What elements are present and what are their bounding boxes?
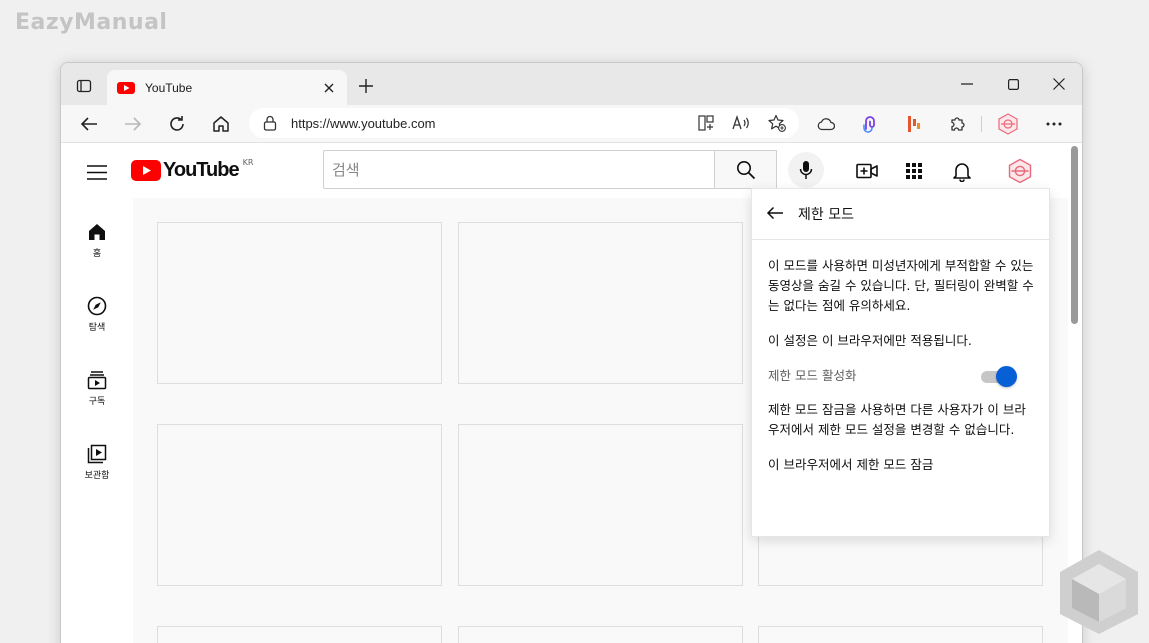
youtube-logo-text: YouTube	[163, 159, 240, 181]
maximize-button[interactable]	[1000, 71, 1026, 97]
refresh-button[interactable]	[164, 111, 190, 137]
create-video-button[interactable]	[853, 157, 881, 185]
video-card-placeholder[interactable]	[157, 222, 442, 384]
search-input[interactable]	[323, 150, 714, 189]
sidebar-item-label: 구독	[88, 397, 106, 407]
hamburger-menu-icon[interactable]	[85, 160, 109, 184]
video-card-placeholder[interactable]	[458, 626, 743, 643]
sidebar-item-label: 탐색	[88, 323, 106, 333]
video-card-placeholder[interactable]	[157, 626, 442, 643]
panel-body: 이 모드를 사용하면 미성년자에게 부적합할 수 있는 동영상을 숨길 수 있습…	[752, 240, 1049, 475]
video-card-placeholder[interactable]	[157, 424, 442, 586]
home-button[interactable]	[208, 111, 234, 137]
panel-title: 제한 모드	[798, 207, 854, 223]
lock-icon[interactable]	[263, 115, 277, 131]
restricted-mode-panel: 제한 모드 이 모드를 사용하면 미성년자에게 부적합할 수 있는 동영상을 숨…	[751, 188, 1050, 537]
apps-grid-icon	[906, 163, 922, 179]
browser-window: YouTube https://www.youtube.com YouTube …	[60, 62, 1083, 643]
sidebar-item-home[interactable]: 홈	[61, 222, 133, 259]
youtube-logo[interactable]: YouTube KR	[131, 158, 254, 181]
minimize-button[interactable]	[954, 71, 980, 97]
subscriptions-icon	[87, 371, 107, 390]
home-icon	[89, 224, 105, 240]
extension-orange-icon[interactable]	[901, 111, 927, 137]
restricted-mode-toggle[interactable]	[981, 366, 1017, 387]
tab-title: YouTube	[145, 80, 193, 95]
extension-purple-icon[interactable]	[857, 111, 883, 137]
sidebar-item-library[interactable]: 보관함	[61, 444, 133, 481]
scrollbar-thumb[interactable]	[1071, 146, 1078, 324]
search-button[interactable]	[714, 150, 777, 189]
search-icon	[736, 160, 755, 179]
address-bar[interactable]: https://www.youtube.com	[249, 108, 799, 138]
video-card-placeholder[interactable]	[458, 222, 743, 384]
eazymanual-watermark: EazyManual	[15, 10, 168, 35]
tab-close-icon[interactable]	[321, 80, 337, 96]
lock-description: 제한 모드 잠금을 사용하면 다른 사용자가 이 브라우저에서 제한 모드 설정…	[768, 402, 1026, 437]
profile-avatar-icon[interactable]	[995, 111, 1021, 137]
new-tab-button[interactable]	[354, 74, 378, 98]
more-menu-icon[interactable]	[1041, 111, 1067, 137]
read-aloud-icon[interactable]	[730, 112, 752, 134]
restricted-mode-toggle-row: 제한 모드 활성화	[768, 366, 1035, 387]
video-card-placeholder[interactable]	[758, 626, 1043, 643]
forward-button[interactable]	[120, 111, 146, 137]
video-card-placeholder[interactable]	[458, 424, 743, 586]
panel-header: 제한 모드	[752, 189, 1049, 240]
browser-tab-youtube[interactable]: YouTube	[107, 70, 347, 105]
sidebar-item-label: 홈	[92, 249, 102, 259]
sidebar-item-label: 보관함	[84, 471, 110, 481]
youtube-page: YouTube KR 검색 홈 탐색 구독 보관함 제한 모드 이 모드를 사용…	[61, 144, 1082, 643]
toolbar-divider	[981, 116, 982, 132]
add-favorite-icon[interactable]	[766, 112, 788, 134]
browser-only-note: 이 설정은 이 브라우저에만 적용됩니다.	[768, 333, 972, 348]
tab-actions-icon[interactable]	[73, 75, 95, 97]
account-avatar-button[interactable]	[1006, 157, 1034, 185]
lock-restricted-mode-link[interactable]: 이 브라우저에서 제한 모드 잠금	[768, 455, 1035, 475]
browser-titlebar: YouTube	[61, 63, 1082, 105]
bell-icon	[953, 162, 971, 182]
youtube-logo-icon	[131, 160, 161, 181]
account-avatar-icon	[1008, 158, 1032, 184]
sidebar-item-subscriptions[interactable]: 구독	[61, 370, 133, 407]
url-text[interactable]: https://www.youtube.com	[291, 116, 436, 131]
restricted-mode-toggle-label: 제한 모드 활성화	[768, 368, 857, 383]
close-window-button[interactable]	[1046, 71, 1072, 97]
explore-icon	[87, 296, 107, 316]
voice-search-button[interactable]	[788, 152, 824, 188]
app-available-icon[interactable]	[695, 112, 717, 134]
restricted-mode-description: 이 모드를 사용하면 미성년자에게 부적합할 수 있는 동영상을 숨길 수 있습…	[768, 258, 1034, 313]
library-icon	[87, 444, 107, 464]
back-button[interactable]	[76, 111, 102, 137]
video-camera-add-icon	[856, 163, 878, 179]
apps-grid-button[interactable]	[900, 157, 928, 185]
microphone-icon	[799, 161, 813, 179]
extensions-puzzle-icon[interactable]	[945, 111, 971, 137]
country-code: KR	[242, 158, 254, 167]
back-arrow-icon[interactable]	[766, 205, 784, 224]
youtube-favicon-icon	[117, 81, 135, 94]
sidebar-item-explore[interactable]: 탐색	[61, 296, 133, 333]
toggle-knob	[996, 366, 1017, 387]
browser-toolbar: https://www.youtube.com	[61, 105, 1082, 143]
eazymanual-cube-logo	[1060, 550, 1138, 634]
notifications-button[interactable]	[948, 157, 976, 185]
cloud-icon[interactable]	[813, 111, 839, 137]
